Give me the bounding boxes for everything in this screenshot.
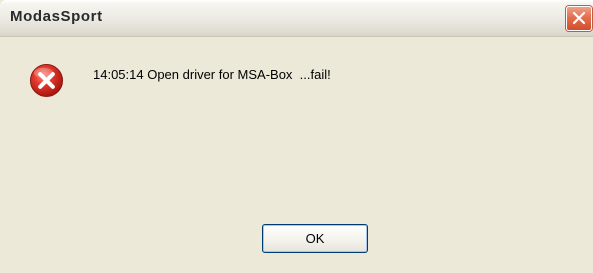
- title-bar[interactable]: ModasSport: [0, 0, 593, 37]
- window-title: ModasSport: [10, 8, 103, 25]
- close-icon: [572, 11, 586, 25]
- ok-button[interactable]: OK: [262, 224, 368, 253]
- error-dialog: ModasSport 14:05:14 Open driver for MSA-…: [0, 0, 593, 273]
- close-button[interactable]: [566, 6, 592, 31]
- dialog-body: 14:05:14 Open driver for MSA-Box ...fail…: [0, 37, 593, 273]
- error-message: 14:05:14 Open driver for MSA-Box ...fail…: [93, 67, 331, 82]
- error-icon: [29, 63, 64, 98]
